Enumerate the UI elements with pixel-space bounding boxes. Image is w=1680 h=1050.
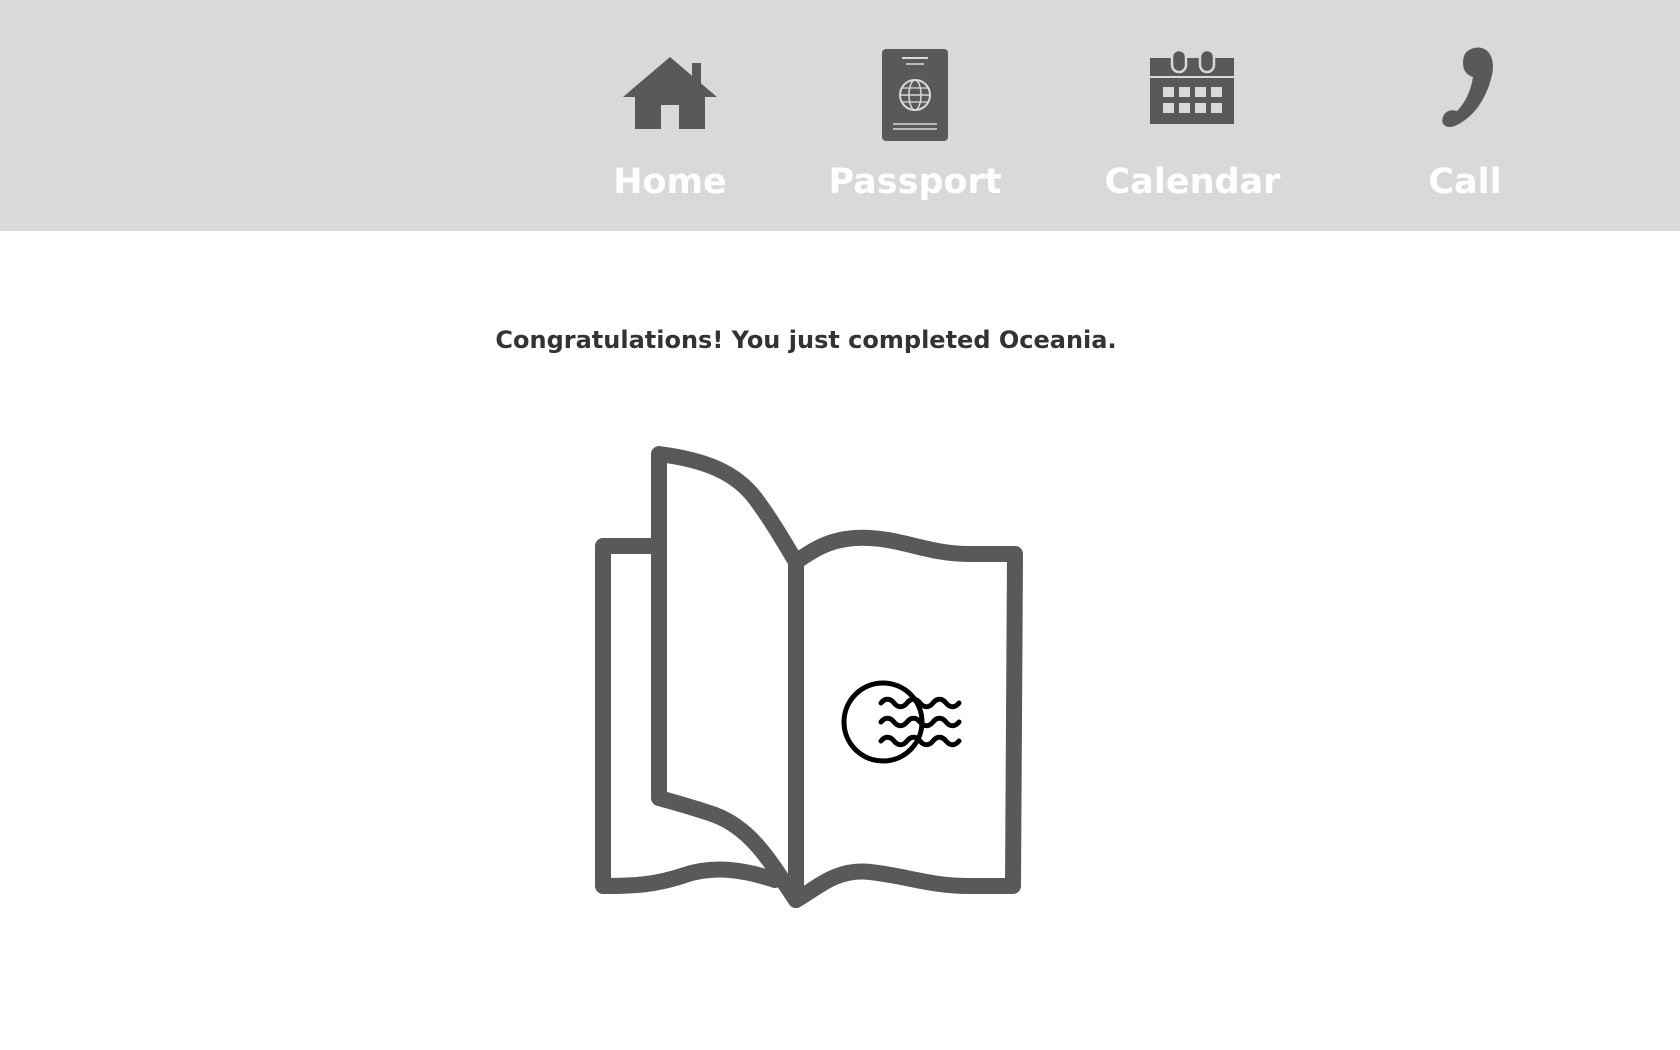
calendar-icon (1150, 50, 1234, 124)
nav-label-home: Home (613, 162, 727, 202)
nav-item-call[interactable]: Call (1405, 0, 1525, 231)
nav-label-calendar: Calendar (1104, 162, 1281, 202)
nav-item-passport[interactable]: Passport (820, 0, 1010, 231)
nav-item-calendar[interactable]: Calendar (1100, 0, 1285, 231)
house-icon (623, 57, 717, 129)
completion-message: Congratulations! You just completed Ocea… (495, 326, 1117, 354)
phone-icon (1442, 47, 1493, 128)
open-passport-book-icon (595, 446, 1023, 908)
nav-item-home[interactable]: Home (590, 0, 750, 231)
passport-icon (882, 49, 948, 141)
top-navigation-bar: Home Passport Calendar Call (0, 0, 1680, 231)
nav-label-passport: Passport (828, 162, 1002, 202)
nav-label-call: Call (1428, 162, 1502, 202)
ocean-waves-stamp-icon (841, 680, 962, 764)
